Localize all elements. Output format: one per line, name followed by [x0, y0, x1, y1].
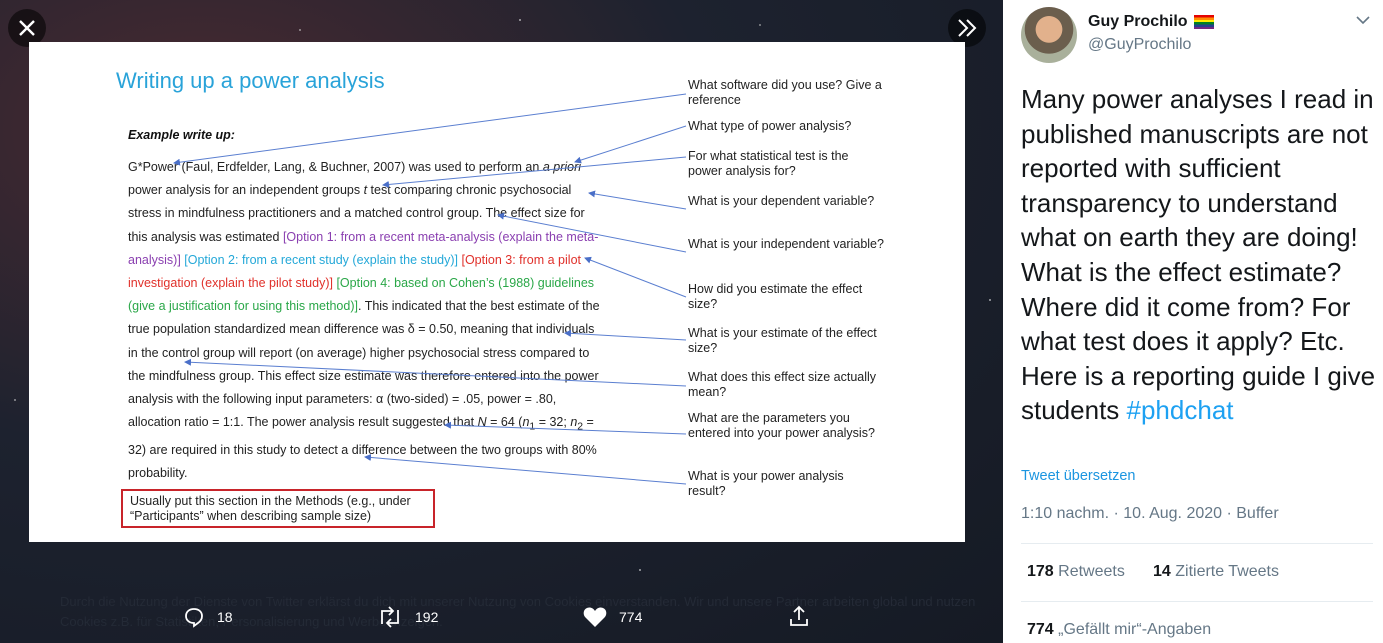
- display-name-text: Guy Prochilo: [1088, 13, 1188, 30]
- retweet-button[interactable]: 192: [377, 606, 438, 628]
- divider: [1021, 601, 1373, 602]
- tweet-actions-bar: 18 192 774: [0, 596, 1003, 636]
- timestamp[interactable]: 1:10 nachm. · 10. Aug. 2020 · Buffer: [1021, 505, 1279, 523]
- hashtag-link[interactable]: #phdchat: [1127, 395, 1234, 425]
- chevron-double-right-icon: [958, 19, 977, 37]
- like-count: 774: [619, 609, 643, 625]
- translate-link[interactable]: Tweet übersetzen: [1021, 468, 1135, 484]
- like-button[interactable]: 774: [583, 606, 642, 628]
- quotes-stat-label: Zitierte Tweets: [1175, 563, 1279, 580]
- display-name[interactable]: Guy Prochilo: [1088, 13, 1214, 31]
- retweets-stat[interactable]: 178 Retweets: [1027, 563, 1125, 581]
- retweet-count: 192: [415, 609, 439, 625]
- share-icon: [790, 605, 808, 626]
- reply-icon: [185, 608, 203, 628]
- share-button[interactable]: [788, 605, 810, 627]
- slide-image: Writing up a power analysis Example writ…: [29, 42, 965, 542]
- close-icon: [19, 20, 35, 36]
- retweets-stat-count: 178: [1027, 563, 1054, 580]
- avatar[interactable]: [1021, 7, 1077, 63]
- divider: [1021, 543, 1373, 544]
- quotes-stat-count: 14: [1153, 563, 1171, 580]
- retweet-icon: [381, 606, 399, 628]
- reply-count: 18: [217, 609, 233, 625]
- annotation-arrows: [173, 93, 687, 485]
- user-handle[interactable]: @GuyProchilo: [1088, 36, 1191, 54]
- media-viewer: Writing up a power analysis Example writ…: [0, 0, 1003, 643]
- retweets-stat-label: Retweets: [1058, 563, 1125, 580]
- quotes-stat[interactable]: 14 Zitierte Tweets: [1153, 563, 1279, 581]
- likes-stat[interactable]: 774 „Gefällt mir“-Angaben: [1027, 621, 1211, 639]
- chevron-down-icon[interactable]: [1355, 12, 1371, 28]
- heart-icon: [583, 607, 607, 627]
- reply-button[interactable]: 18: [183, 606, 233, 628]
- rainbow-flag-icon: [1193, 15, 1214, 29]
- tweet-body: Many power analyses I read in published …: [1021, 84, 1376, 426]
- tweet-sidebar: Guy Prochilo @GuyProchilo Many power ana…: [1003, 0, 1383, 643]
- likes-stat-count: 774: [1027, 621, 1054, 638]
- likes-stat-label: „Gefällt mir“-Angaben: [1058, 621, 1212, 638]
- tweet-text: Many power analyses I read in published …: [1021, 82, 1377, 428]
